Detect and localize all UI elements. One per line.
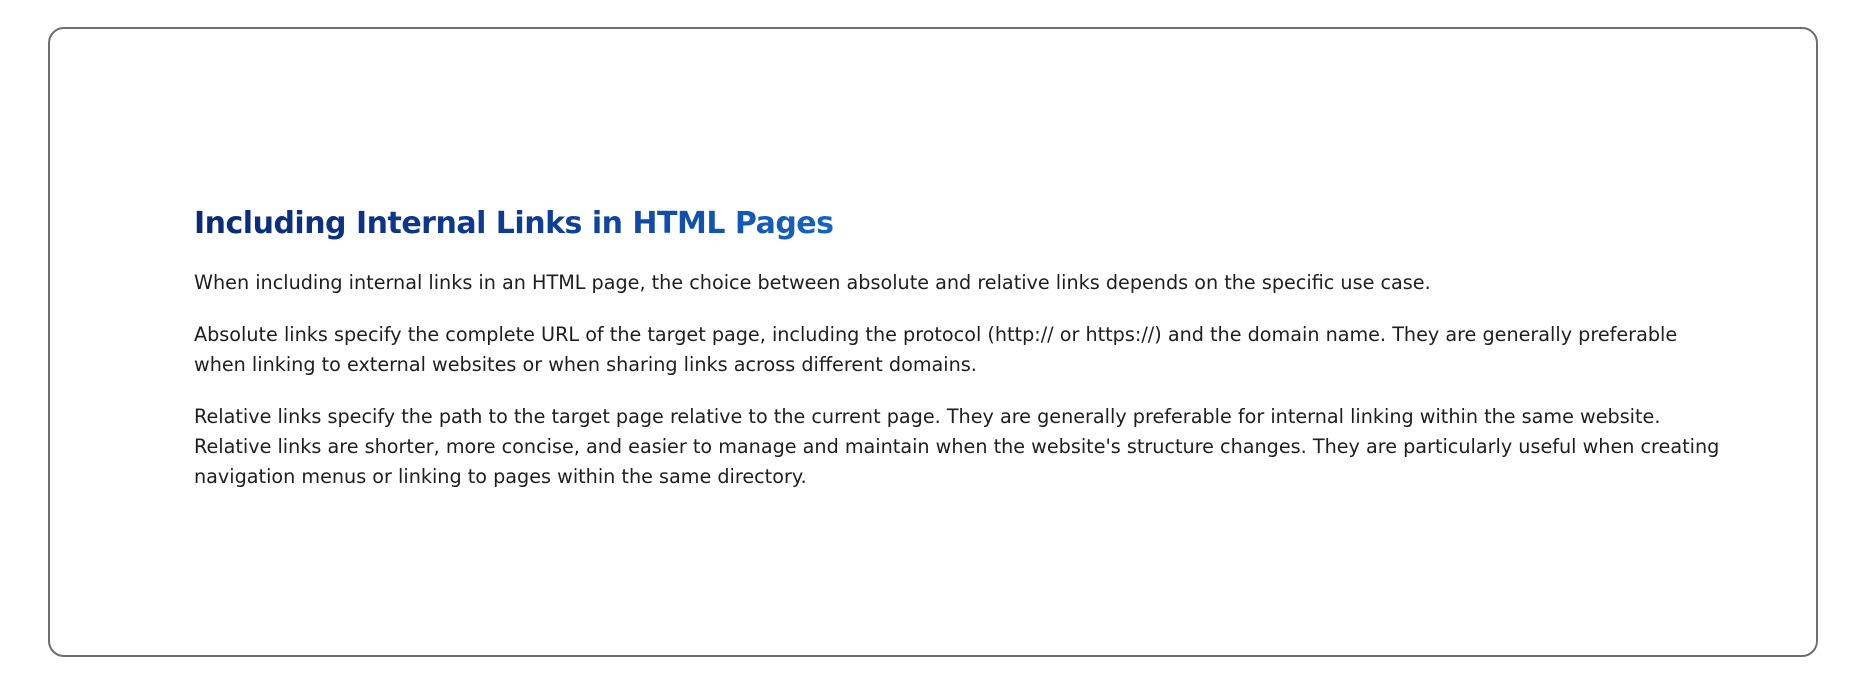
paragraph-relative-links: Relative links specify the path to the t… (194, 405, 1720, 488)
content-card: Including Internal Links in HTML Pages W… (48, 27, 1818, 657)
paragraph-absolute-links: Absolute links specify the complete URL … (194, 323, 1678, 376)
paragraph-intro: When including internal links in an HTML… (194, 271, 1431, 294)
page-title: Including Internal Links in HTML Pages (194, 204, 834, 244)
article: Including Internal Links in HTML Pages W… (194, 204, 1724, 514)
